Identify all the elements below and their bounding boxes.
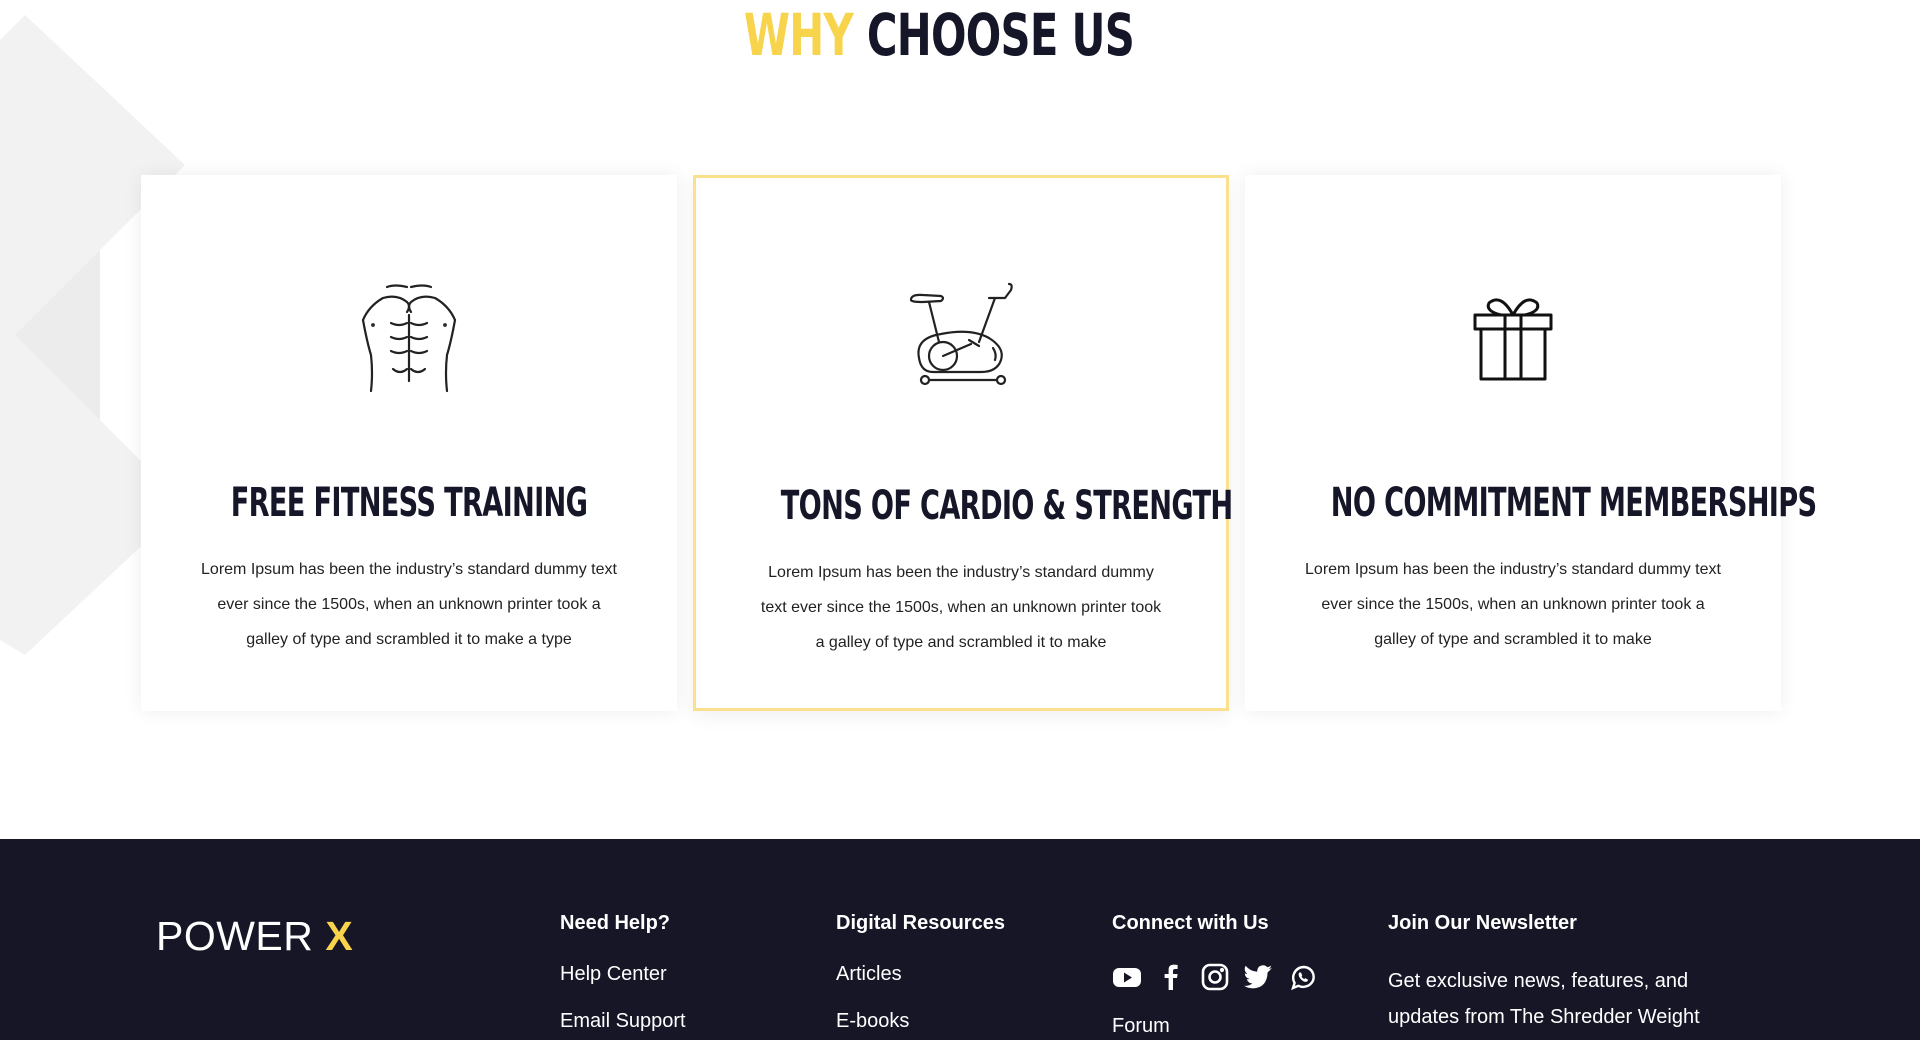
facebook-icon[interactable] (1156, 963, 1186, 991)
card-title: NO COMMITMENT MEMBERSHIPS (1330, 480, 1817, 526)
newsletter-description: Get exclusive news, features, and update… (1388, 970, 1700, 1028)
footer-column-digital-resources: Digital Resources Articles E-books (836, 912, 1005, 1040)
gift-icon (1453, 275, 1573, 395)
section-title-accent: WHY (743, 1, 854, 69)
footer-logo[interactable]: POWER X (156, 913, 353, 960)
abs-icon (349, 275, 469, 395)
card-title: FREE FITNESS TRAINING (230, 480, 588, 526)
card-description: Lorem Ipsum has been the industry’s stan… (760, 564, 1162, 651)
footer-heading: Need Help? (560, 912, 671, 934)
footer-link-articles[interactable]: Articles (836, 963, 1005, 986)
card-title: TONS OF CARDIO & STRENGTH (780, 483, 1233, 529)
footer-link-forum[interactable]: Forum (1112, 1015, 1318, 1038)
footer-column-newsletter: Join Our Newsletter Get exclusive news, … (1388, 912, 1728, 1035)
footer-heading: Digital Resources (836, 912, 1005, 934)
social-icons (1112, 963, 1318, 991)
card-description: Lorem Ipsum has been the industry’s stan… (1305, 561, 1721, 648)
footer-column-need-help: Need Help? Help Center Email Support (560, 912, 686, 1040)
site-footer: POWER X Need Help? Help Center Email Sup… (0, 839, 1920, 1040)
footer-heading: Join Our Newsletter (1388, 912, 1577, 934)
footer-heading: Connect with Us (1112, 912, 1269, 934)
section-title: WHY CHOOSE US (263, 0, 1615, 70)
feature-card-memberships[interactable]: NO COMMITMENT MEMBERSHIPS Lorem Ipsum ha… (1245, 175, 1817, 711)
card-description: Lorem Ipsum has been the industry’s stan… (201, 561, 617, 648)
feature-card-fitness-training[interactable]: FREE FITNESS TRAINING Lorem Ipsum has be… (141, 175, 677, 711)
twitter-icon[interactable] (1244, 963, 1274, 991)
footer-link-email-support[interactable]: Email Support (560, 1010, 686, 1033)
feature-card-cardio-strength[interactable]: TONS OF CARDIO & STRENGTH Lorem Ipsum ha… (693, 175, 1233, 711)
footer-link-ebooks[interactable]: E-books (836, 1010, 1005, 1033)
exercise-bike-icon (901, 278, 1021, 398)
instagram-icon[interactable] (1200, 963, 1230, 991)
footer-link-help-center[interactable]: Help Center (560, 963, 686, 986)
logo-text: POWER (156, 913, 314, 959)
footer-column-connect: Connect with Us Forum (1112, 912, 1318, 1040)
youtube-icon[interactable] (1112, 963, 1142, 991)
whatsapp-icon[interactable] (1288, 963, 1318, 991)
section-title-main: CHOOSE US (866, 1, 1135, 69)
logo-accent: X (325, 913, 354, 959)
